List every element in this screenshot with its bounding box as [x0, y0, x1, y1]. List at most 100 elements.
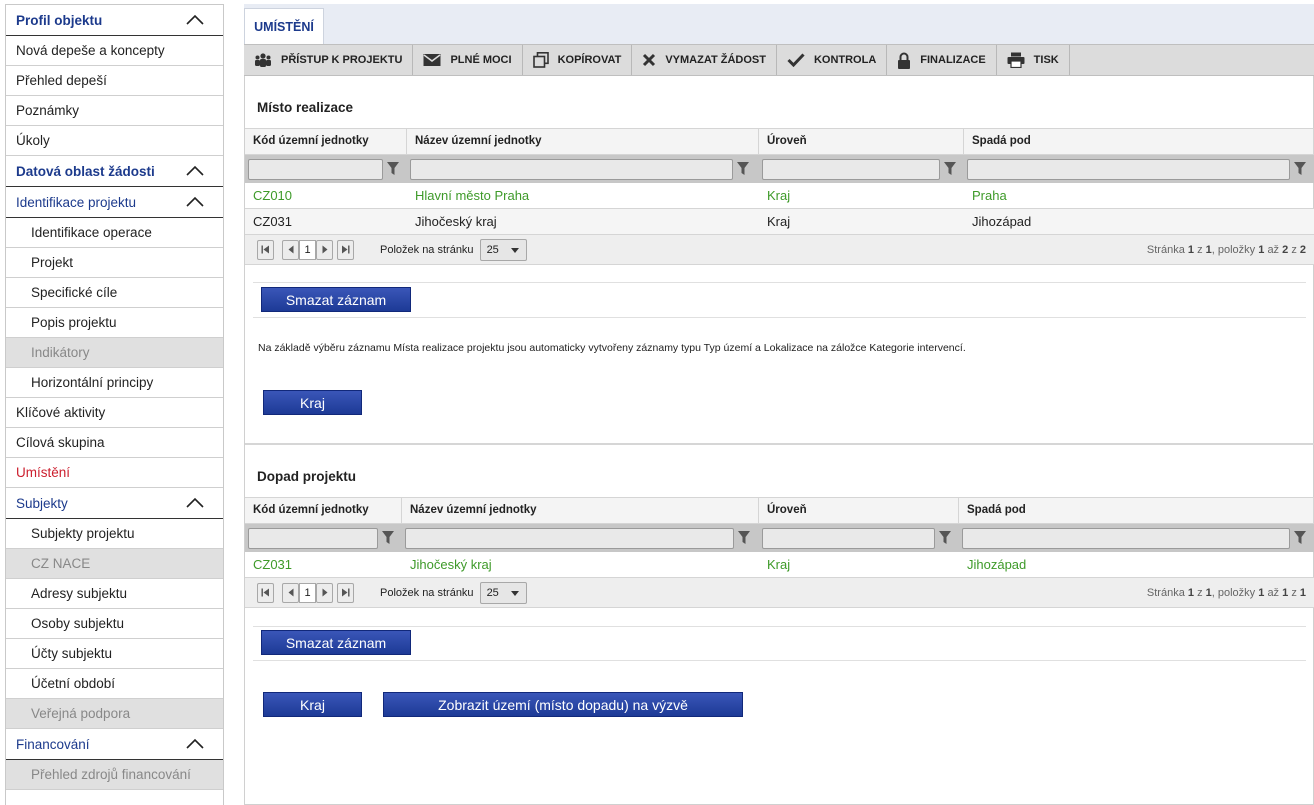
- table-row[interactable]: CZ010 Hlavní město Praha Kraj Praha: [245, 183, 1314, 209]
- filter-input[interactable]: [962, 527, 1290, 549]
- column-header[interactable]: Spadá pod: [959, 498, 1314, 523]
- pager-info: Stránka 1 z 1, položky 1 až 1 z 1: [1147, 587, 1306, 599]
- filter-icon[interactable]: [944, 162, 956, 176]
- filter-input[interactable]: [967, 158, 1290, 180]
- sidebar-item-umisteni[interactable]: Umístění: [6, 458, 223, 488]
- table-cell: CZ010: [253, 188, 293, 203]
- toolbar-button-label: FINALIZACE: [920, 54, 986, 66]
- filter-icon[interactable]: [1294, 531, 1306, 545]
- sidebar-item-cilova-skupina[interactable]: Cílová skupina: [6, 428, 223, 458]
- sidebar-item-datova-oblast-zadosti[interactable]: Datová oblast žádosti: [6, 156, 223, 187]
- sidebar-item-ucty-subjektu[interactable]: Účty subjektu: [6, 639, 223, 669]
- filter-icon[interactable]: [1294, 162, 1306, 176]
- sidebar-item-ukoly[interactable]: Úkoly: [6, 126, 223, 156]
- sidebar-item-indikatory: Indikátory: [6, 338, 223, 368]
- toolbar-button-people[interactable]: PŘÍSTUP K PROJEKTU: [244, 45, 414, 75]
- table-row[interactable]: CZ031 Jihočeský kraj Kraj Jihozápad: [245, 209, 1314, 235]
- sidebar-item-projekt[interactable]: Projekt: [6, 248, 223, 278]
- prev-page-button[interactable]: [282, 239, 299, 260]
- sidebar-item-ucetni-obdobi[interactable]: Účetní období: [6, 669, 223, 699]
- sidebar-item-label: Profil objektu: [16, 12, 103, 28]
- per-page-select[interactable]: 25: [479, 238, 527, 261]
- sidebar-item-label: Subjekty: [16, 495, 68, 511]
- column-header[interactable]: Úroveň: [759, 498, 959, 523]
- dopad-projektu-grid: Kód územní jednotky Název územní jednotky…: [245, 497, 1314, 608]
- filter-input[interactable]: [248, 527, 378, 549]
- filter-input[interactable]: [762, 158, 940, 180]
- sidebar-item-adresy-subjektu[interactable]: Adresy subjektu: [6, 579, 223, 609]
- show-area-on-call-button[interactable]: Zobrazit území (místo dopadu) na výzvě: [383, 692, 743, 717]
- filter-icon[interactable]: [939, 531, 951, 545]
- chevron-up-icon[interactable]: [185, 738, 205, 750]
- prev-page-button[interactable]: [282, 582, 299, 603]
- next-page-button[interactable]: [316, 239, 333, 260]
- section-separator: [245, 443, 1314, 445]
- toolbar-button-printer[interactable]: TISK: [997, 45, 1070, 75]
- dopad-kraj-button[interactable]: Kraj: [263, 692, 362, 717]
- last-page-button[interactable]: [337, 582, 354, 603]
- last-page-button[interactable]: [337, 239, 354, 260]
- column-header[interactable]: Kód územní jednotky: [245, 498, 402, 523]
- toolbar-button-lock[interactable]: FINALIZACE: [887, 45, 997, 75]
- next-page-button[interactable]: [316, 582, 333, 603]
- toolbar-button-label: KONTROLA: [813, 54, 877, 66]
- sidebar-item-klicove-aktivity[interactable]: Klíčové aktivity: [6, 398, 223, 428]
- current-page[interactable]: 1: [299, 239, 316, 260]
- current-page[interactable]: 1: [299, 582, 316, 603]
- divider: [253, 282, 1306, 283]
- column-header[interactable]: Název územní jednotky: [402, 498, 759, 523]
- grid-header: Kód územní jednotky Název územní jednotky…: [245, 497, 1314, 524]
- dopad-delete-button[interactable]: Smazat záznam: [261, 630, 411, 655]
- sidebar-item-specificke-cile[interactable]: Specifické cíle: [6, 278, 223, 308]
- first-page-button[interactable]: [257, 239, 274, 260]
- column-header[interactable]: Spadá pod: [964, 129, 1314, 154]
- sidebar-item-label: Osoby subjektu: [31, 616, 125, 631]
- sidebar-item-financovani[interactable]: Financování: [6, 729, 223, 760]
- sidebar-item-label: Subjekty projektu: [31, 526, 135, 541]
- filter-input[interactable]: [405, 527, 734, 549]
- sidebar-item-popis-projektu[interactable]: Popis projektu: [6, 308, 223, 338]
- per-page-select[interactable]: 25: [479, 581, 527, 604]
- sidebar-item-profil-objektu[interactable]: Profil objektu: [6, 5, 223, 36]
- toolbar-button-cross[interactable]: VYMAZAT ŽÁDOST: [632, 45, 777, 75]
- filter-icon[interactable]: [387, 162, 399, 176]
- toolbar-button-copy[interactable]: KOPÍROVAT: [523, 45, 633, 75]
- column-header[interactable]: Název územní jednotky: [407, 129, 759, 154]
- misto-kraj-button[interactable]: Kraj: [263, 390, 362, 415]
- sidebar-item-poznamky[interactable]: Poznámky: [6, 96, 223, 126]
- column-header[interactable]: Úroveň: [759, 129, 964, 154]
- filter-icon[interactable]: [738, 531, 750, 545]
- table-row[interactable]: CZ031 Jihočeský kraj Kraj Jihozápad: [245, 552, 1314, 578]
- filter-input[interactable]: [248, 158, 383, 180]
- sidebar-item-osoby-subjektu[interactable]: Osoby subjektu: [6, 609, 223, 639]
- filter-icon[interactable]: [737, 162, 749, 176]
- misto-delete-button[interactable]: Smazat záznam: [261, 287, 411, 312]
- first-page-button[interactable]: [257, 582, 274, 603]
- chevron-up-icon[interactable]: [185, 165, 205, 177]
- filter-input[interactable]: [410, 158, 733, 180]
- copy-icon: [532, 52, 558, 68]
- toolbar-button-envelope[interactable]: PLNÉ MOCI: [413, 45, 523, 75]
- sidebar-item-nova-depese-a-koncepty[interactable]: Nová depeše a koncepty: [6, 36, 223, 66]
- toolbar-button-check[interactable]: KONTROLA: [777, 45, 888, 75]
- sidebar-item-label: Úkoly: [16, 133, 50, 148]
- filter-input[interactable]: [762, 527, 935, 549]
- pager-info-value: 1: [1299, 587, 1306, 599]
- sidebar-item-identifikace-operace[interactable]: Identifikace operace: [6, 218, 223, 248]
- chevron-up-icon[interactable]: [185, 497, 205, 509]
- filter-icon[interactable]: [382, 531, 394, 545]
- sidebar-item-subjekty-projektu[interactable]: Subjekty projektu: [6, 519, 223, 549]
- column-header[interactable]: Kód územní jednotky: [245, 129, 407, 154]
- sidebar-item-identifikace-projektu[interactable]: Identifikace projektu: [6, 187, 223, 218]
- sidebar-item-horizontalni-principy[interactable]: Horizontální principy: [6, 368, 223, 398]
- sidebar-item-label: Horizontální principy: [31, 375, 154, 390]
- pager-info-value: 1: [1258, 244, 1265, 256]
- sidebar-item-label: Klíčové aktivity: [16, 405, 106, 420]
- chevron-up-icon[interactable]: [185, 196, 205, 208]
- chevron-up-icon[interactable]: [185, 14, 205, 26]
- sidebar-item-subjekty[interactable]: Subjekty: [6, 488, 223, 519]
- sidebar-item-prehled-depesi[interactable]: Přehled depeší: [6, 66, 223, 96]
- pager-info-text: až: [1267, 244, 1280, 256]
- tab-umisteni[interactable]: UMÍSTĚNÍ: [244, 8, 324, 44]
- grid-header: Kód územní jednotky Název územní jednotky…: [245, 128, 1314, 155]
